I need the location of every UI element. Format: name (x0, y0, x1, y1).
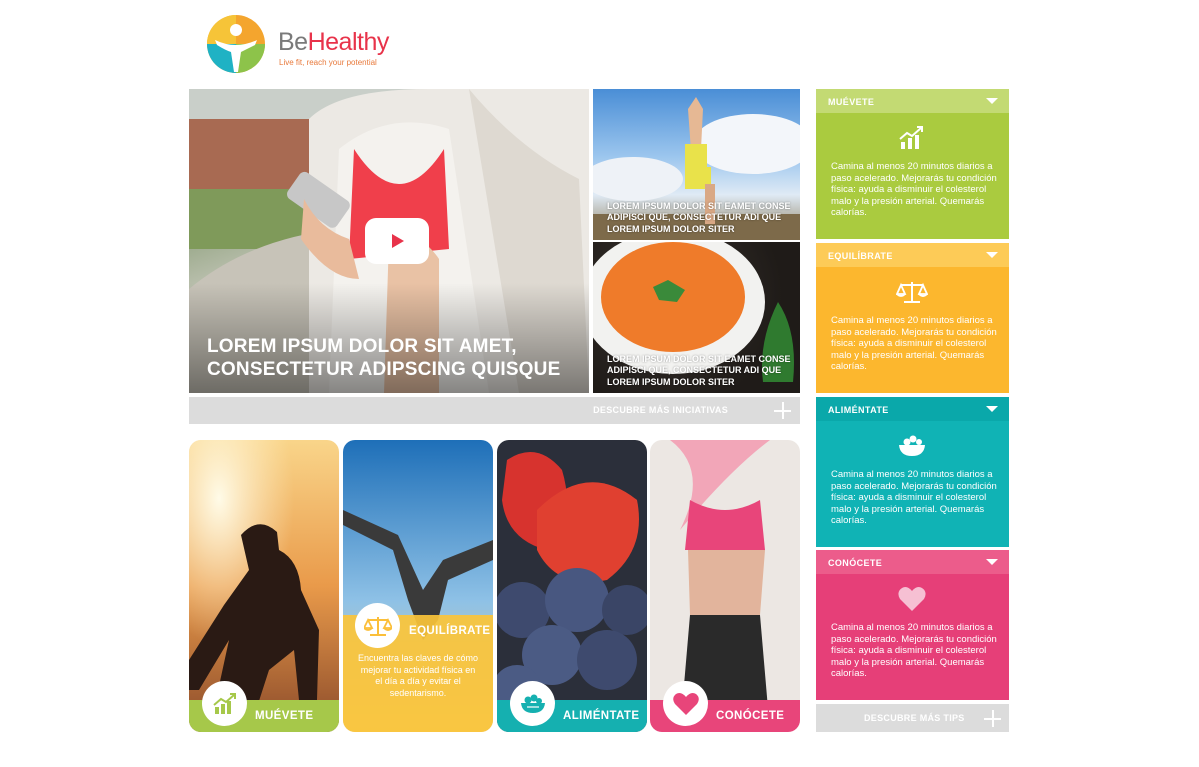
accordion-text: Camina al menos 20 minutos diarios a pas… (831, 315, 997, 372)
accordion-text: Camina al menos 20 minutos diarios a pas… (831, 161, 997, 218)
hero-video-tile[interactable]: LOREM IPSUM DOLOR SIT AMET, CONSECTETUR … (189, 89, 589, 393)
card-label: ALIMÉNTATE (563, 710, 640, 722)
side-tile-fitness[interactable]: LOREM IPSUM DOLOR SIT EAMET CONSE ADIPIS… (593, 89, 800, 240)
brand-name: BeHealthy (278, 28, 389, 56)
card-label: MUÉVETE (255, 710, 314, 722)
heart-icon (663, 681, 708, 726)
discover-more-tips-label: DESCUBRE MÁS TIPS (864, 713, 965, 723)
accordion-header[interactable]: EQUILÍBRATE (816, 243, 1009, 267)
growth-chart-icon (202, 681, 247, 726)
play-icon (392, 234, 404, 248)
accordion-title: CONÓCETE (828, 558, 883, 568)
chevron-down-icon (986, 559, 998, 565)
play-video-button[interactable] (365, 218, 429, 264)
food-bowl-icon (896, 431, 928, 461)
card-description: Encuentra las claves de cómo mejorar tu … (357, 653, 479, 698)
accordion-header[interactable]: CONÓCETE (816, 550, 1009, 574)
accordion-conocete: CONÓCETE Camina al menos 20 minutos diar… (816, 550, 1009, 700)
side-tile-caption: LOREM IPSUM DOLOR SIT EAMET CONSE ADIPIS… (607, 353, 791, 387)
accordion-header[interactable]: MUÉVETE (816, 89, 1009, 113)
accordion-alimentate: ALIMÉNTATE Camina al menos 20 minutos di… (816, 397, 1009, 547)
accordion-header[interactable]: ALIMÉNTATE (816, 397, 1009, 421)
discover-more-initiatives-button[interactable]: DESCUBRE MÁS INICIATIVAS (189, 397, 800, 424)
accordion-text: Camina al menos 20 minutos diarios a pas… (831, 469, 997, 526)
side-tile-caption: LOREM IPSUM DOLOR SIT EAMET CONSE ADIPIS… (607, 200, 791, 234)
side-tile-food[interactable]: LOREM IPSUM DOLOR SIT EAMET CONSE ADIPIS… (593, 242, 800, 393)
chevron-down-icon (986, 98, 998, 104)
chevron-down-icon (986, 252, 998, 258)
heart-icon (896, 584, 928, 614)
brand-logo[interactable]: BeHealthy Live fit, reach your potential (205, 14, 405, 76)
logo-mark-icon (207, 15, 265, 73)
food-bowl-icon (510, 681, 555, 726)
card-equilibrate[interactable]: EQUILÍBRATE Encuentra las claves de cómo… (343, 440, 493, 732)
accordion-equilibrate: EQUILÍBRATE Camina al menos 20 minutos d… (816, 243, 1009, 393)
card-alimentate[interactable]: ALIMÉNTATE (497, 440, 647, 732)
chevron-down-icon (986, 406, 998, 412)
discover-more-initiatives-label: DESCUBRE MÁS INICIATIVAS (593, 405, 728, 415)
growth-chart-icon (896, 123, 928, 153)
card-muevete[interactable]: MUÉVETE (189, 440, 339, 732)
card-conocete[interactable]: CONÓCETE (650, 440, 800, 732)
card-label: CONÓCETE (716, 710, 785, 722)
accordion-muevete: MUÉVETE Camina al menos 20 minutos diari… (816, 89, 1009, 239)
accordion-title: EQUILÍBRATE (828, 251, 893, 261)
brand-tagline: Live fit, reach your potential (279, 58, 377, 67)
plus-icon (774, 402, 791, 419)
balance-scale-icon (896, 277, 928, 307)
card-label: EQUILÍBRATE (409, 625, 491, 637)
plus-icon (984, 710, 1001, 727)
accordion-title: MUÉVETE (828, 97, 875, 107)
accordion-text: Camina al menos 20 minutos diarios a pas… (831, 622, 997, 679)
discover-more-tips-button[interactable]: DESCUBRE MÁS TIPS (816, 704, 1009, 732)
hero-title: LOREM IPSUM DOLOR SIT AMET, CONSECTETUR … (207, 336, 561, 380)
balance-scale-icon (355, 603, 400, 648)
accordion-title: ALIMÉNTATE (828, 405, 889, 415)
